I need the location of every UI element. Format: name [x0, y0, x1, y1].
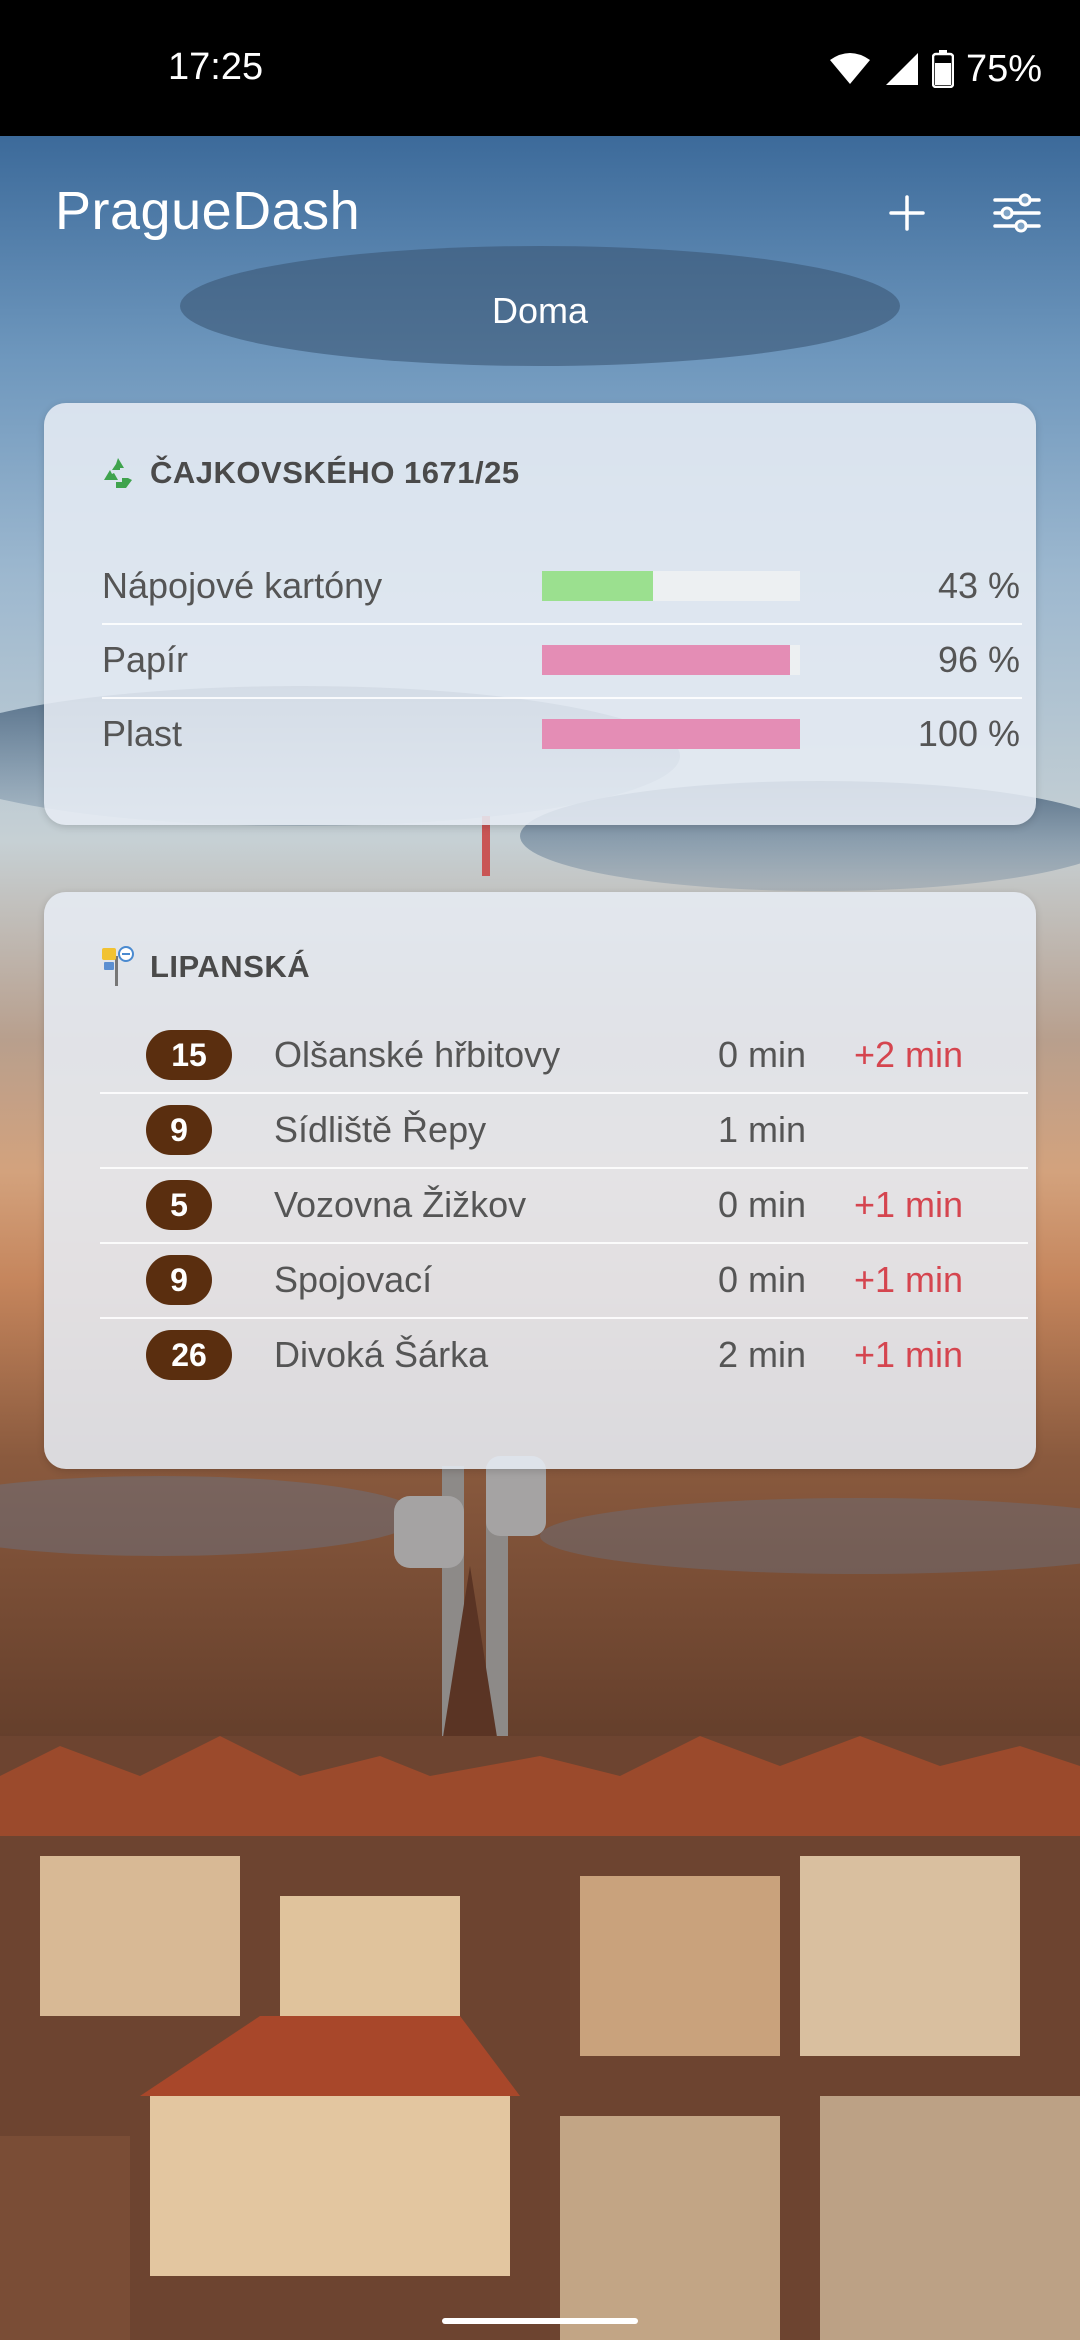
battery-percent: 75%: [965, 47, 1042, 90]
waste-card[interactable]: ČAJKOVSKÉHO 1671/25 Nápojové kartóny 43 …: [44, 403, 1036, 825]
departure-destination: Divoká Šárka: [274, 1334, 489, 1375]
fill-level-fill: [542, 719, 800, 749]
departure-time: 0 min: [717, 1034, 806, 1075]
fill-level-fill: [542, 645, 790, 675]
fill-level-percent: 43 %: [937, 565, 1020, 606]
fill-level-bar: [542, 719, 800, 749]
line-number-badge: 26: [146, 1330, 232, 1380]
fill-level-percent: 100 %: [917, 713, 1020, 754]
fill-level-fill: [542, 571, 653, 601]
line-number-badge: 15: [146, 1030, 232, 1080]
status-time: 17:25: [168, 46, 264, 88]
departure-destination: Vozovna Žižkov: [274, 1184, 527, 1225]
departure-row[interactable]: 5 Vozovna Žižkov 0 min +1 min: [100, 1168, 1028, 1244]
add-button[interactable]: [872, 178, 942, 248]
recycle-icon: [104, 458, 132, 488]
waste-type-label: Papír: [102, 639, 189, 680]
line-number-badge: 5: [146, 1180, 212, 1230]
fill-level-bar: [542, 571, 800, 601]
departure-destination: Sídliště Řepy: [274, 1109, 487, 1150]
line-number-badge: 9: [146, 1255, 212, 1305]
departure-time: 2 min: [717, 1334, 806, 1375]
departure-row[interactable]: 26 Divoká Šárka 2 min +1 min: [100, 1318, 1028, 1392]
departure-time: 0 min: [717, 1259, 806, 1300]
battery-icon: [931, 50, 954, 88]
fill-level-percent: 96 %: [937, 639, 1020, 680]
line-number-badge: 9: [146, 1105, 212, 1155]
departure-time: 0 min: [717, 1184, 806, 1225]
departure-delay: +1 min: [854, 1334, 964, 1375]
status-bar: 17:25 75%: [0, 0, 1080, 136]
departure-destination: Spojovací: [274, 1259, 433, 1300]
departures-card[interactable]: LIPANSKÁ 15 Olšanské hřbitovy 0 min +2 m…: [44, 892, 1036, 1469]
waste-row: Plast 100 %: [102, 697, 1022, 771]
gesture-nav-handle[interactable]: [442, 2318, 638, 2324]
waste-type-label: Plast: [102, 713, 183, 754]
plus-icon: [889, 195, 925, 231]
fill-level-bar: [542, 645, 800, 675]
tune-icon: [993, 193, 1041, 233]
waste-row: Nápojové kartóny 43 %: [102, 549, 1022, 625]
waste-card-title: ČAJKOVSKÉHO 1671/25: [150, 455, 520, 490]
signal-icon: [885, 53, 918, 85]
waste-row: Papír 96 %: [102, 623, 1022, 699]
departure-destination: Olšanské hřbitovy: [274, 1034, 561, 1075]
departure-delay: +2 min: [854, 1034, 964, 1075]
tram-stop-icon: [102, 946, 134, 986]
departure-row[interactable]: 9 Sídliště Řepy 1 min: [100, 1093, 1028, 1169]
departure-delay: +1 min: [854, 1259, 964, 1300]
departure-row[interactable]: 15 Olšanské hřbitovy 0 min +2 min: [100, 1018, 1028, 1094]
status-icons: 75%: [828, 44, 1042, 94]
departure-time: 1 min: [717, 1109, 806, 1150]
settings-button[interactable]: [982, 178, 1052, 248]
wifi-icon: [829, 53, 870, 84]
waste-type-label: Nápojové kartóny: [102, 565, 383, 606]
app-title: PragueDash: [55, 181, 361, 241]
departures-card-title: LIPANSKÁ: [150, 949, 311, 984]
app-header: PragueDash Doma: [0, 136, 1080, 336]
departures-card-header: LIPANSKÁ: [100, 946, 310, 988]
departure-delay: +1 min: [854, 1184, 964, 1225]
dashboard-subtitle[interactable]: Doma: [0, 290, 1080, 332]
waste-card-header: ČAJKOVSKÉHO 1671/25: [100, 455, 520, 491]
departure-row[interactable]: 9 Spojovací 0 min +1 min: [100, 1243, 1028, 1319]
